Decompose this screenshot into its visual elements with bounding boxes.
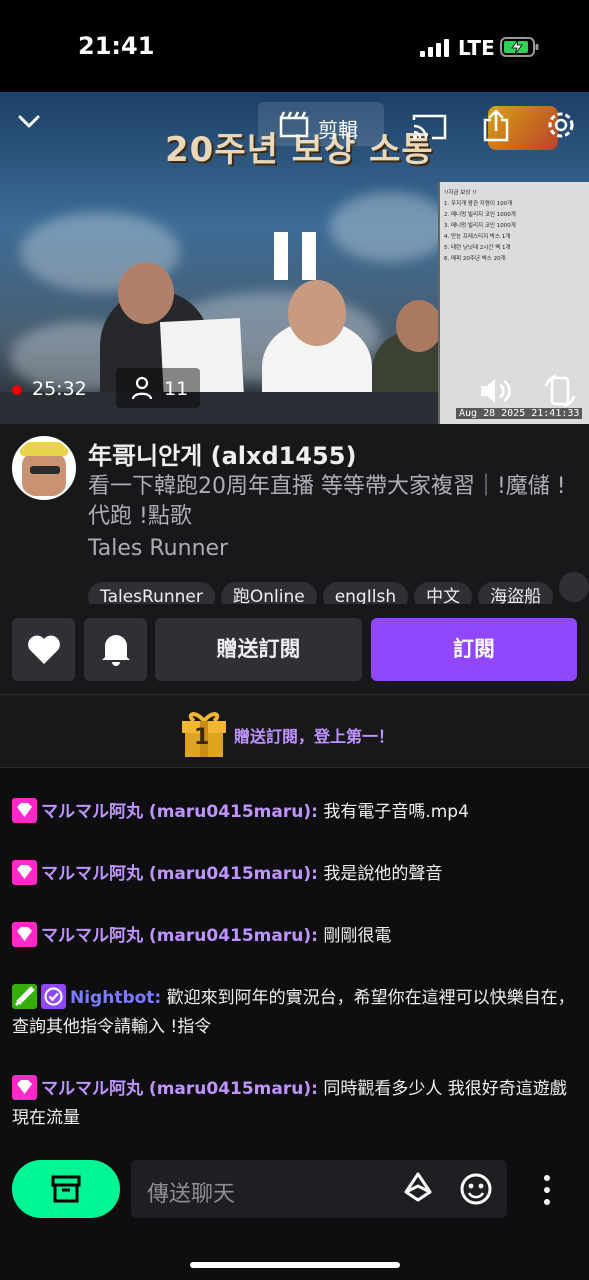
live-indicator-icon: [12, 385, 22, 395]
subscriber-badge-icon[interactable]: [12, 922, 37, 947]
network-type: LTE: [458, 36, 495, 60]
more-options-icon[interactable]: [540, 1174, 554, 1206]
subscribe-button[interactable]: 訂閱: [371, 618, 577, 681]
chat-username[interactable]: マルマル阿丸 (maru0415maru):: [41, 864, 318, 884]
live-duration: 25:32: [32, 378, 87, 400]
chat-message: マルマル阿丸 (maru0415maru): 我有電子音嗎.mp4: [12, 798, 578, 827]
chat-input-placeholder: 傳送聊天: [147, 1182, 236, 1207]
home-indicator: [190, 1262, 400, 1268]
subscriber-badge-icon[interactable]: [12, 860, 37, 885]
stream-category[interactable]: Tales Runner: [88, 536, 228, 561]
notice-line: !!지금 보상 !!: [444, 190, 477, 196]
notice-line: 5. 테런 닝닛데 2시간 팩 1개: [444, 245, 511, 251]
clip-icon: [279, 111, 309, 138]
battery-icon: [500, 37, 539, 57]
viewer-person-icon: [131, 376, 153, 400]
channel-info: 年哥니안게 (alxd1455) 看一下韓跑20周年直播 等等帶大家複習｜!魔儲…: [0, 424, 589, 694]
viewer-count: 11: [164, 378, 189, 400]
notice-line: 2. 메니멍 빌리지 코인 1000개: [444, 212, 516, 218]
gift-banner[interactable]: 1 贈送訂閱，登上第一！: [0, 694, 589, 768]
verified-badge-icon[interactable]: [41, 984, 66, 1009]
chat-panel: マルマル阿丸 (maru0415maru): 我有電子音嗎.mp4 マルマル阿丸…: [0, 768, 589, 1148]
chat-text: 剛剛很電: [317, 926, 392, 946]
streamer-figure: [288, 280, 346, 346]
chat-message: マルマル阿丸 (maru0415maru): 剛剛很電: [12, 922, 578, 951]
status-time: 21:41: [78, 32, 155, 60]
subscriber-badge-icon[interactable]: [12, 1075, 37, 1100]
streamer-figure: [396, 300, 442, 352]
chat-username[interactable]: マルマル阿丸 (maru0415maru):: [41, 926, 318, 946]
notice-line: 3. 메니멍 빌리지 코인 1000개: [444, 223, 516, 229]
chat-message: マルマル阿丸 (maru0415maru): 同時觀看多少人 我很好奇這遊戲現在…: [12, 1075, 578, 1133]
tag[interactable]: 跑Online: [220, 582, 317, 604]
clip-label: 剪輯: [318, 118, 358, 142]
tag[interactable]: 海盜船: [478, 582, 554, 604]
notice-line: 1. 우지개 왕관 지령이 100개: [444, 201, 513, 207]
chat-text: 我是說他的聲音: [317, 864, 443, 884]
channel-name[interactable]: 年哥니안게 (alxd1455): [88, 436, 356, 471]
streamer-figure: [118, 262, 174, 324]
cast-icon[interactable]: [412, 112, 448, 142]
chat-input[interactable]: 傳送聊天: [131, 1160, 507, 1218]
tag[interactable]: TalesRunner: [88, 582, 215, 604]
tag[interactable]: [559, 572, 589, 602]
emote-icon[interactable]: [459, 1172, 493, 1206]
stream-title: 看一下韓跑20周年直播 等等帶大家複習｜!魔儲 !代跑 !點歌: [88, 474, 566, 529]
tag[interactable]: engIlsh: [322, 582, 409, 604]
moderator-sword-icon[interactable]: [12, 984, 37, 1009]
gift-banner-text: 贈送訂閱，登上第一！: [234, 727, 395, 746]
follow-button[interactable]: [12, 618, 75, 681]
chat-input-bar: 傳送聊天: [0, 1148, 589, 1280]
notice-line: 6. 메피 20주년 박스 20개: [444, 256, 506, 262]
share-icon[interactable]: [482, 108, 510, 142]
collapse-chevron-icon[interactable]: [16, 108, 42, 134]
video-player[interactable]: 20주년 보상 소통 !!지금 보상 !! 1. 우지개 왕관 지령이 100개…: [0, 92, 589, 424]
settings-gear-icon[interactable]: [544, 108, 578, 142]
tag-list: TalesRunner 跑Online engIlsh 中文 海盜船: [88, 572, 589, 604]
chat-username[interactable]: Nightbot:: [70, 988, 161, 1008]
channel-avatar[interactable]: [12, 436, 76, 500]
gift-rank-number: 1: [194, 725, 210, 750]
chat-message: Nightbot: 歡迎來到阿年的實況台，希望你在這裡可以快樂自在，查詢其他指令…: [12, 984, 578, 1042]
rotate-screen-icon[interactable]: [544, 374, 576, 408]
gift-subscription-button[interactable]: 贈送訂閱: [155, 618, 362, 681]
status-bar: 21:41 LTE: [0, 0, 589, 92]
chat-username[interactable]: マルマル阿丸 (maru0415maru):: [41, 802, 318, 822]
bell-icon: [102, 635, 130, 666]
overlay-date: Aug 28 2025 21:41:33: [456, 408, 583, 419]
chat-message: マルマル阿丸 (maru0415maru): 我是說他的聲音: [12, 860, 578, 889]
notification-button[interactable]: [84, 618, 147, 681]
store-icon: [51, 1175, 81, 1203]
pause-icon[interactable]: [274, 232, 316, 280]
signal-icon: [420, 39, 449, 57]
store-button[interactable]: [12, 1160, 120, 1218]
chat-username[interactable]: マルマル阿丸 (maru0415maru):: [41, 1079, 318, 1099]
notice-line: 4. 만능 프레스티지 박스 1개: [444, 234, 511, 240]
tag[interactable]: 中文: [414, 582, 473, 604]
bits-icon[interactable]: [403, 1172, 433, 1206]
volume-icon[interactable]: [478, 376, 512, 406]
chat-text: 我有電子音嗎.mp4: [317, 802, 469, 822]
subscriber-badge-icon[interactable]: [12, 798, 37, 823]
heart-icon: [28, 635, 60, 664]
